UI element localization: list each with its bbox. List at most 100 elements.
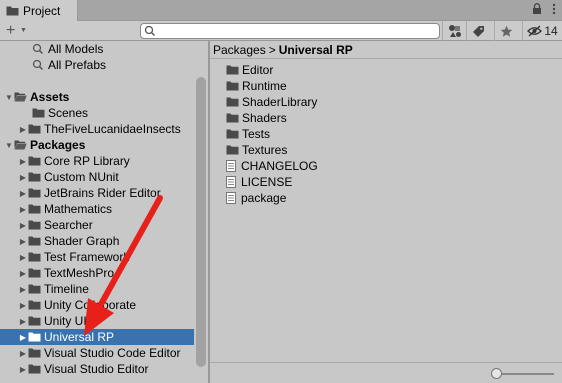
favorite-item-all-models[interactable]: All Models <box>0 41 194 57</box>
create-button[interactable]: + <box>6 22 15 39</box>
expand-arrow-icon[interactable]: ▶ <box>18 281 28 297</box>
tab-project[interactable]: Project <box>0 0 78 21</box>
folder-item-shaders[interactable]: Shaders <box>226 110 287 126</box>
expand-arrow-icon[interactable]: ▶ <box>18 121 28 137</box>
tree-label: Core RP Library <box>44 154 130 168</box>
tree-item-timeline[interactable]: ▶ Timeline <box>0 281 194 297</box>
folder-item-shaderlibrary[interactable]: ShaderLibrary <box>226 94 317 110</box>
expand-arrow-icon[interactable]: ▶ <box>18 265 28 281</box>
search-field[interactable] <box>140 23 440 39</box>
file-item-package[interactable]: package <box>226 190 286 206</box>
expand-arrow-icon[interactable]: ▶ <box>18 233 28 249</box>
search-by-type-button[interactable] <box>442 21 466 41</box>
item-label: package <box>241 191 287 205</box>
folder-item-textures[interactable]: Textures <box>226 142 287 158</box>
tree-item-unity-ui[interactable]: ▶ Unity UI <box>0 313 194 329</box>
lock-icon[interactable] <box>532 3 542 15</box>
hidden-packages-toggle[interactable]: 14 <box>522 21 562 41</box>
search-input[interactable] <box>159 24 435 38</box>
folder-icon <box>28 220 41 230</box>
expand-arrow-icon[interactable]: ▶ <box>18 329 28 345</box>
item-label: LICENSE <box>241 175 293 189</box>
folder-icon <box>28 124 41 134</box>
tree-label: Visual Studio Editor <box>44 362 149 376</box>
folder-contents-pane[interactable]: Packages > Universal RP Editor Runtime Sha… <box>210 41 562 383</box>
chevron-down-icon[interactable]: ▼ <box>20 27 27 34</box>
tree-item-test-framework[interactable]: ▶ Test Framework <box>0 249 194 265</box>
favorite-item-all-prefabs[interactable]: All Prefabs <box>0 57 194 73</box>
expand-arrow-icon[interactable]: ▶ <box>18 313 28 329</box>
search-icon <box>144 25 156 37</box>
tree-label: JetBrains Rider Editor <box>44 186 161 200</box>
tree-item-assets[interactable]: ▼ Assets <box>0 89 194 105</box>
tree-item-searcher[interactable]: ▶ Searcher <box>0 217 194 233</box>
folder-icon <box>28 300 41 310</box>
expand-arrow-icon[interactable]: ▶ <box>18 249 28 265</box>
expand-arrow-icon[interactable]: ▶ <box>18 153 28 169</box>
tree-label: Mathematics <box>44 202 113 216</box>
tree-label: Scenes <box>48 106 89 120</box>
search-by-label-button[interactable] <box>466 21 490 41</box>
item-label: ShaderLibrary <box>242 95 318 109</box>
tree-item-jetbrains-rider-editor[interactable]: ▶ JetBrains Rider Editor <box>0 185 194 201</box>
folder-item-tests[interactable]: Tests <box>226 126 270 142</box>
tree-item-shader-graph[interactable]: ▶ Shader Graph <box>0 233 194 249</box>
tree-label: Test Framework <box>44 250 130 264</box>
project-tree[interactable]: All Models All Prefabs ▼ Assets Scenes ▶… <box>0 41 208 383</box>
folder-item-editor[interactable]: Editor <box>226 62 273 78</box>
breadcrumb-root[interactable]: Packages <box>213 43 266 57</box>
expand-arrow-icon[interactable]: ▶ <box>18 217 28 233</box>
tree-item-unity-collaborate[interactable]: ▶ Unity Collaborate <box>0 297 194 313</box>
document-icon <box>226 176 236 188</box>
expand-arrow-icon[interactable]: ▼ <box>4 89 14 105</box>
tree-label: Timeline <box>44 282 89 296</box>
favorites-button[interactable] <box>494 21 518 41</box>
expand-arrow-icon[interactable]: ▶ <box>18 201 28 217</box>
tree-item-mathematics[interactable]: ▶ Mathematics <box>0 201 194 217</box>
folder-icon <box>28 188 41 198</box>
tree-item-custom-nunit[interactable]: ▶ Custom NUnit <box>0 169 194 185</box>
expand-arrow-icon[interactable]: ▶ <box>18 169 28 185</box>
tree-item-thefivelucanidaeinsects[interactable]: ▶ TheFiveLucanidaeInsects <box>0 121 194 137</box>
folder-icon <box>226 97 239 107</box>
tree-label: All Prefabs <box>48 58 107 72</box>
file-item-changelog[interactable]: CHANGELOG <box>226 158 318 174</box>
tree-scrollbar[interactable] <box>194 41 208 381</box>
breadcrumb-separator: > <box>268 42 276 57</box>
tree-item-visual-studio-editor[interactable]: ▶ Visual Studio Editor <box>0 361 194 377</box>
tree-item-scenes[interactable]: Scenes <box>0 105 194 121</box>
expand-arrow-icon[interactable]: ▶ <box>18 297 28 313</box>
folder-icon <box>226 113 239 123</box>
folder-icon <box>226 65 239 75</box>
tree-label: Universal RP <box>44 330 115 344</box>
folder-icon <box>28 332 41 342</box>
item-label: Shaders <box>242 111 287 125</box>
breadcrumb-current[interactable]: Universal RP <box>279 43 353 57</box>
folder-icon <box>28 252 41 262</box>
expand-arrow-icon[interactable]: ▶ <box>18 185 28 201</box>
tree-item-universal-rp[interactable]: ▶ Universal RP <box>0 329 194 345</box>
expand-arrow-icon[interactable]: ▼ <box>4 137 14 153</box>
document-icon <box>226 192 236 204</box>
scrollbar-thumb[interactable] <box>196 77 206 367</box>
tree-item-core-rp-library[interactable]: ▶ Core RP Library <box>0 153 194 169</box>
expand-arrow-icon[interactable]: ▶ <box>18 361 28 377</box>
icon-size-slider-handle[interactable] <box>491 368 502 379</box>
expand-arrow-icon[interactable]: ▶ <box>18 345 28 361</box>
folder-icon <box>28 204 41 214</box>
tab-title: Project <box>23 3 61 18</box>
search-icon <box>32 43 44 55</box>
tree-item-textmeshpro[interactable]: ▶ TextMeshPro <box>0 265 194 281</box>
folder-item-runtime[interactable]: Runtime <box>226 78 287 94</box>
tree-label: Unity Collaborate <box>44 298 137 312</box>
item-label: Editor <box>242 63 274 77</box>
folder-icon <box>226 129 239 139</box>
kebab-menu-icon[interactable] <box>552 3 556 15</box>
tree-item-packages[interactable]: ▼ Packages <box>0 137 194 153</box>
tab-bar: Project <box>0 0 562 21</box>
tree-item-visual-studio-code-editor[interactable]: ▶ Visual Studio Code Editor <box>0 345 194 361</box>
icon-size-slider-track[interactable] <box>497 373 554 375</box>
tree-label: TheFiveLucanidaeInsects <box>44 122 181 136</box>
file-item-license[interactable]: LICENSE <box>226 174 292 190</box>
item-label: Textures <box>242 143 288 157</box>
